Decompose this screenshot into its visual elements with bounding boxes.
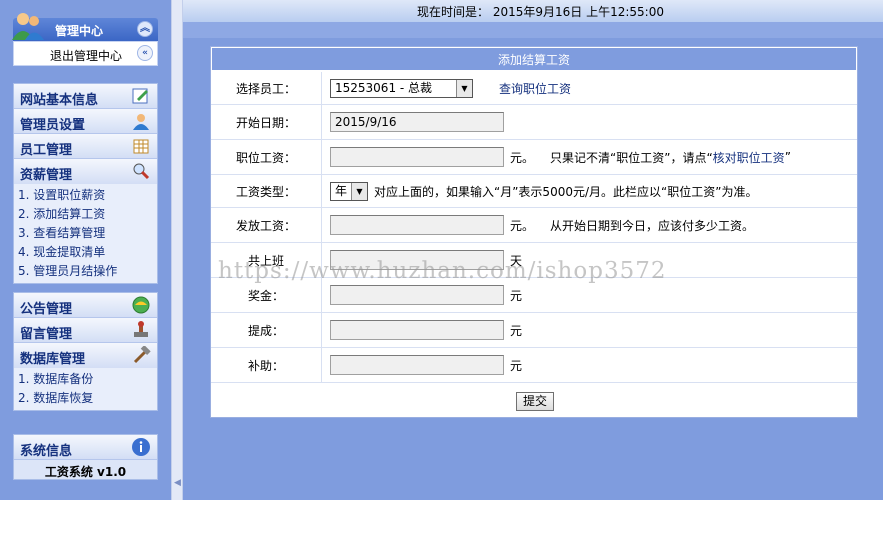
row-subsidy: 补助： 元 [211,348,857,383]
issue-salary-label: 发放工资： [211,208,322,242]
edit-icon [132,88,148,104]
main-strip [183,22,883,38]
position-salary-field[interactable] [330,147,504,167]
system-info-header[interactable]: 系统信息 [14,435,157,460]
search-icon [133,163,150,180]
submenu-item[interactable]: 1. 数据库备份 [14,370,157,389]
row-commission: 提成： 元 [211,313,857,348]
sidebar-item-label: 公告管理 [20,302,73,317]
top-bar: 现在时间是： 2015年9月16日 上午12:55:00 [183,0,883,22]
position-salary-unit: 元。 [510,150,535,165]
issue-salary-note: 从开始日期到今日，应该付多少工资。 [550,218,755,233]
employee-label: 选择员工： [211,72,322,104]
user-icon [133,114,149,130]
sidebar-item-label: 管理员设置 [20,118,86,133]
chevron-down-icon[interactable]: ▼ [456,79,472,97]
hammer-icon [133,346,151,364]
admin-center-title: 管理中心 [55,24,104,38]
users-icon [12,13,44,40]
submenu-item[interactable]: 2. 数据库恢复 [14,389,157,408]
submenu-item[interactable]: 5. 管理员月结操作 [14,262,157,281]
submenu-item[interactable]: 1. 设置职位薪资 [14,186,157,205]
system-info-panel: 系统信息 工资系统 v1.0 [13,434,158,480]
position-salary-label: 职位工资： [211,140,322,174]
menu-group-2: 公告管理 留言管理 数据库管理 1. 数据库备份 2. 数据库恢复 [13,292,158,411]
table-icon [133,139,149,154]
sidebar-item-label: 员工管理 [20,143,73,158]
start-date-label: 开始日期： [211,105,322,139]
sidebar-item-label: 数据库管理 [20,352,86,367]
submenu-item[interactable]: 2. 添加结算工资 [14,205,157,224]
sidebar-item-notice[interactable]: 公告管理 [14,293,157,318]
issue-salary-unit: 元。 [510,218,535,233]
employee-select-value: 15253061 - 总裁 [335,80,433,95]
sidebar-item-label: 网站基本信息 [20,93,99,108]
salary-type-select[interactable]: 年 ▼ [330,181,368,201]
admin-center-header[interactable]: 管理中心 ︽ [12,13,158,41]
subsidy-field[interactable] [330,355,504,375]
database-submenu: 1. 数据库备份 2. 数据库恢复 [14,368,157,410]
row-salary-type: 工资类型： 年 ▼ 对应上面的，如果输入“月”表示5000元/月。此栏应以“职位… [211,175,857,208]
position-note-b: ” [784,150,791,164]
row-issue-salary: 发放工资： 元。 从开始日期到今日，应该付多少工资。 [211,208,857,243]
sidebar-splitter[interactable]: ◀ [171,0,183,500]
globe-icon [132,296,150,314]
sidebar-item-database[interactable]: 数据库管理 [14,343,157,368]
salary-form: 添加结算工资 选择员工： 15253061 - 总裁 ▼ 查询职位工资 开始日期… [210,46,858,418]
sidebar-item-salary[interactable]: 资薪管理 [14,159,157,184]
salary-submenu: 1. 设置职位薪资 2. 添加结算工资 3. 查看结算管理 4. 现金提取清单 … [14,184,157,283]
commission-label: 提成： [211,313,322,347]
commission-unit: 元 [510,323,523,338]
check-position-salary-link[interactable]: 核对职位工资 [713,149,785,166]
subsidy-unit: 元 [510,358,523,373]
chevron-down-icon[interactable]: ▼ [351,182,367,200]
stamp-icon [134,321,148,337]
logout-link[interactable]: 退出管理中心 « [13,41,158,66]
sidebar-item-label: 资薪管理 [20,168,73,183]
row-position-salary: 职位工资： 元。 只果记不清“职位工资”，请点“ 核对职位工资” [211,140,857,175]
info-icon [132,438,150,456]
system-version: 工资系统 v1.0 [44,465,127,479]
subsidy-label: 补助： [211,348,322,382]
submenu-item[interactable]: 4. 现金提取清单 [14,243,157,262]
sidebar-item-site-info[interactable]: 网站基本信息 [14,84,157,109]
query-salary-link[interactable]: 查询职位工资 [499,80,571,97]
sidebar-item-staff[interactable]: 员工管理 [14,134,157,159]
row-start-date: 开始日期： [211,105,857,140]
employee-select[interactable]: 15253061 - 总裁 ▼ [330,78,473,98]
logout-label: 退出管理中心 [50,49,123,63]
menu-group-1: 网站基本信息 管理员设置 员工管理 资薪管理 1. 设置职位薪资 2. 添加结算… [13,83,158,284]
start-date-field[interactable] [330,112,504,132]
salary-type-value: 年 [335,183,348,198]
commission-field[interactable] [330,320,504,340]
current-time: 现在时间是： 2015年9月16日 上午12:55:00 [417,5,664,19]
sidebar-item-message[interactable]: 留言管理 [14,318,157,343]
system-info-label: 系统信息 [20,444,73,459]
watermark: https://www.huzhan.com/ishop3572 [218,258,667,284]
collapse-chevron-icon[interactable]: ︽ [137,21,153,37]
submit-button[interactable]: 提交 [516,392,554,411]
bonus-unit: 元 [510,288,523,303]
sidebar-item-admin-settings[interactable]: 管理员设置 [14,109,157,134]
issue-salary-field[interactable] [330,215,504,235]
form-title: 添加结算工资 [211,47,857,71]
chevron-left-icon[interactable]: « [137,45,153,61]
collapse-arrow-icon[interactable]: ◀ [174,478,181,488]
position-note-a: 只果记不清“职位工资”，请点“ [550,150,713,165]
bonus-field[interactable] [330,285,504,305]
row-employee: 选择员工： 15253061 - 总裁 ▼ 查询职位工资 [211,72,857,105]
sidebar: 管理中心 ︽ 退出管理中心 « 网站基本信息 管理员设置 员工管理 资薪管理 1… [0,0,171,500]
submenu-item[interactable]: 3. 查看结算管理 [14,224,157,243]
salary-type-label: 工资类型： [211,175,322,207]
salary-type-note: 对应上面的，如果输入“月”表示5000元/月。此栏应以“职位工资”为准。 [374,184,758,199]
sidebar-item-label: 留言管理 [20,327,73,342]
